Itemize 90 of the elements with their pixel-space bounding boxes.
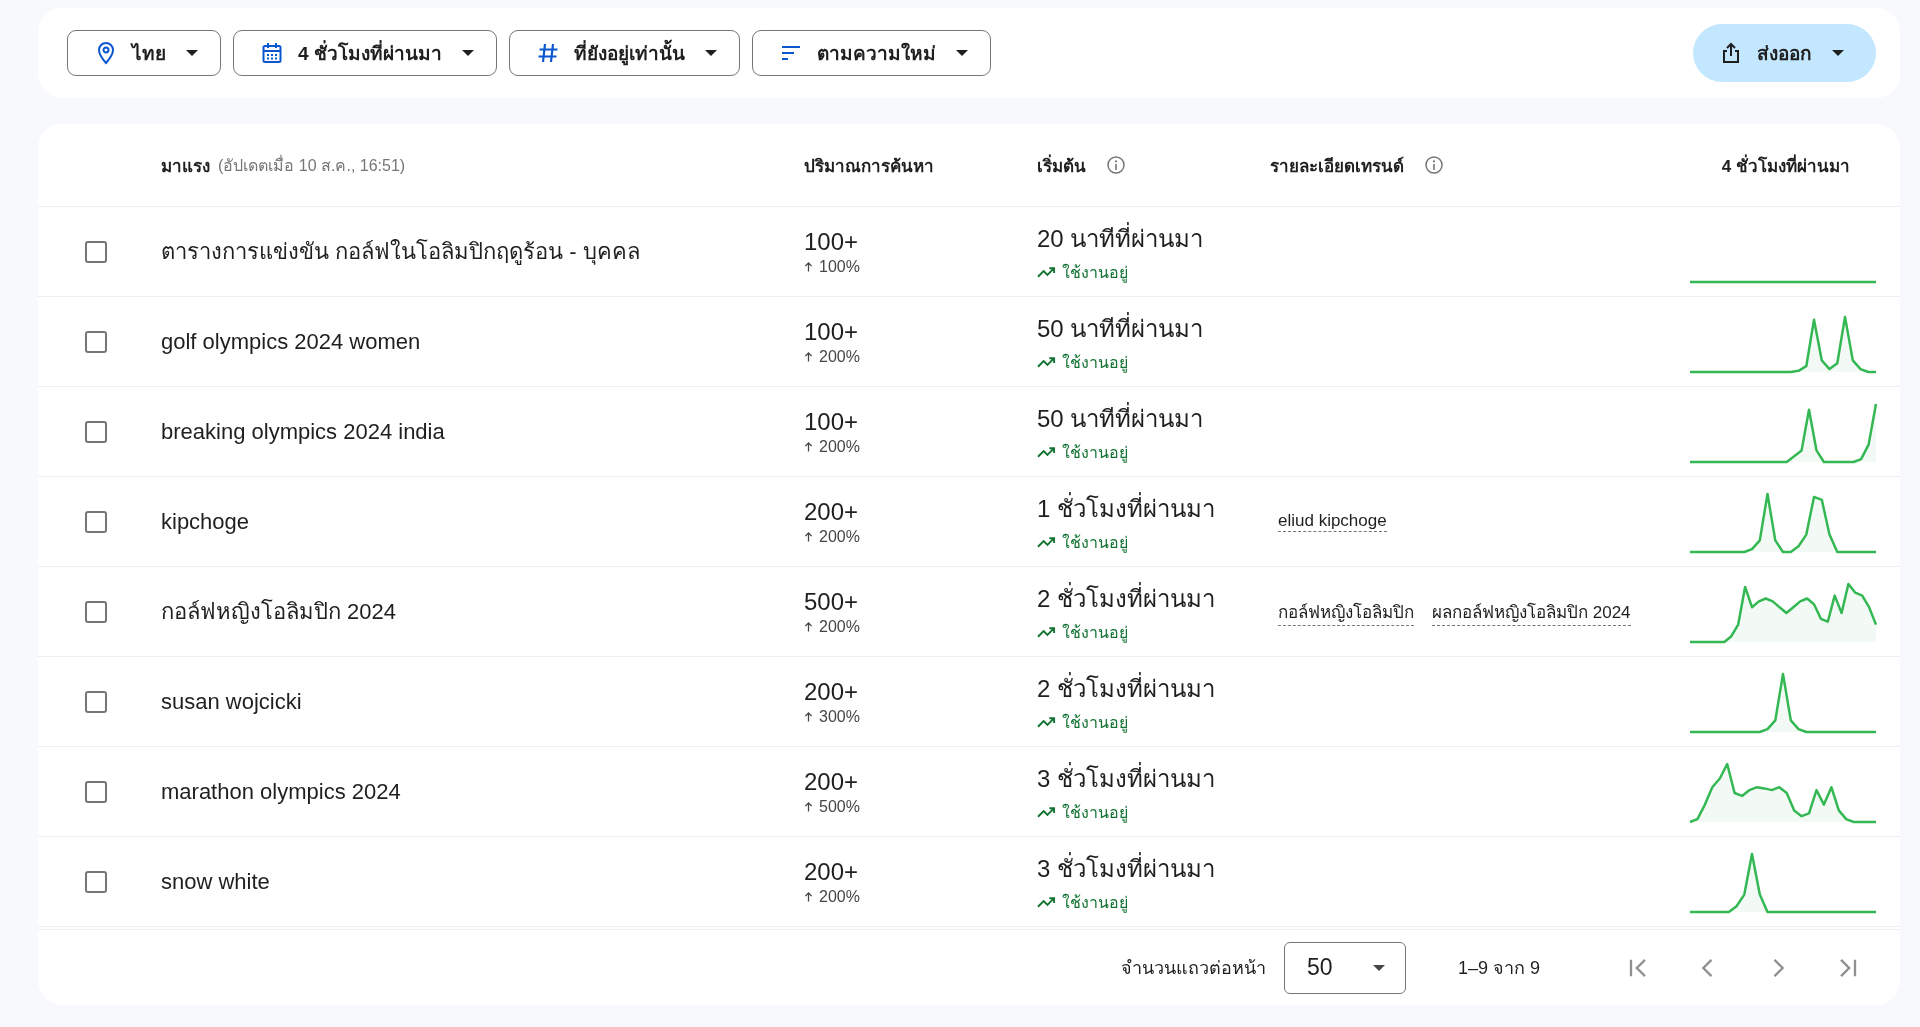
started-time: 3 ชั่วโมงที่ผ่านมา: [1037, 761, 1215, 794]
up-arrow-icon: [804, 710, 813, 723]
up-arrow-icon: [804, 530, 813, 543]
row-checkbox[interactable]: [85, 240, 107, 263]
filter-dropdown[interactable]: ไทย: [67, 30, 221, 76]
row-checkbox[interactable]: [85, 510, 107, 533]
trend-title: susan wojcicki: [161, 688, 302, 715]
search-volume: 200+: [804, 497, 859, 526]
trending-up-icon: [1037, 806, 1056, 818]
percent-change: 200%: [819, 617, 860, 636]
caret-icon: [186, 50, 198, 56]
started-time: 1 ชั่วโมงที่ผ่านมา: [1037, 491, 1215, 524]
active-status: ใช้งานอยู่: [1062, 802, 1128, 825]
active-status: ใช้งานอยู่: [1062, 352, 1128, 375]
update-note: (อัปเดตเมื่อ 10 ส.ค., 16:51): [218, 154, 406, 176]
trending-up-icon: [1037, 266, 1056, 278]
started-time: 3 ชั่วโมงที่ผ่านมา: [1037, 851, 1215, 884]
filter-dropdown[interactable]: ที่ยังอยู่เท่านั้น: [508, 30, 740, 76]
started-time: 50 นาทีที่ผ่านมา: [1037, 311, 1204, 344]
search-volume: 100+: [804, 227, 859, 256]
trending-up-icon: [1037, 716, 1056, 728]
row-checkbox[interactable]: [85, 330, 107, 353]
up-arrow-icon: [804, 890, 813, 903]
percent-change: 500%: [819, 797, 860, 816]
trend-title: กอล์ฟหญิงโอลิมปิก 2024: [161, 598, 397, 626]
trending-up-icon: [1037, 446, 1056, 458]
calendar-icon: [260, 41, 284, 65]
column-header: 4 ชั่วโมงที่ผ่านมา: [1721, 153, 1850, 178]
search-volume: 500+: [804, 587, 859, 616]
trending-up-icon: [1037, 536, 1056, 548]
related-query-link[interactable]: กอล์ฟหญิงโอลิมปิก: [1278, 597, 1414, 626]
started-time: 20 นาทีที่ผ่านมา: [1037, 221, 1204, 254]
column-header: ปริมาณการค้นหา: [804, 155, 934, 178]
started-time: 2 ชั่วโมงที่ผ่านมา: [1037, 671, 1215, 704]
related-query-link[interactable]: ผลกอล์ฟหญิงโอลิมปิก 2024: [1432, 597, 1631, 626]
up-arrow-icon: [804, 440, 813, 453]
search-volume: 100+: [804, 407, 859, 436]
trend-title: snow white: [161, 868, 270, 895]
percent-change: 200%: [819, 887, 860, 906]
trend-title: ตารางการแข่งขัน กอล์ฟในโอลิมปิกฤดูร้อน - บุคคล: [161, 238, 640, 267]
caret-icon: [704, 50, 717, 56]
search-volume: 100+: [804, 317, 859, 346]
info-icon[interactable]: [1424, 155, 1444, 175]
active-status: ใช้งานอยู่: [1062, 892, 1128, 915]
caret-icon: [955, 50, 968, 56]
up-arrow-icon: [804, 620, 813, 633]
active-status: ใช้งานอยู่: [1062, 712, 1128, 735]
info-icon[interactable]: [1106, 155, 1126, 175]
trending-up-icon: [1037, 356, 1056, 368]
related-query-link[interactable]: eliud kipchoge: [1278, 511, 1387, 532]
caret-icon: [461, 50, 474, 56]
filter-dropdown[interactable]: 4 ชั่วโมงที่ผ่านมา: [233, 30, 497, 76]
row-checkbox[interactable]: [85, 420, 107, 443]
percent-change: 200%: [819, 437, 860, 456]
column-header: มาแรง: [161, 155, 210, 178]
filter-dropdown[interactable]: ตามความใหม่: [751, 30, 991, 76]
up-arrow-icon: [804, 350, 813, 363]
caret-icon: [1372, 964, 1385, 971]
trending-up-icon: [1037, 626, 1056, 638]
started-time: 2 ชั่วโมงที่ผ่านมา: [1037, 581, 1215, 614]
trend-title: kipchoge: [161, 508, 250, 535]
caret-icon: [1832, 50, 1844, 56]
up-arrow-icon: [804, 260, 813, 273]
column-header: รายละเอียดเทรนด์: [1270, 155, 1404, 178]
active-status: ใช้งานอยู่: [1062, 532, 1128, 555]
row-checkbox[interactable]: [85, 690, 107, 713]
trend-title: golf olympics 2024 women: [161, 328, 421, 355]
search-volume: 200+: [804, 677, 859, 706]
search-volume: 200+: [804, 767, 859, 796]
percent-change: 300%: [819, 707, 860, 726]
page-range: 1–9 จาก 9: [1457, 957, 1540, 980]
search-volume: 200+: [804, 857, 859, 886]
column-header: เริ่มต้น: [1037, 153, 1086, 178]
active-status: ใช้งานอยู่: [1062, 262, 1128, 285]
percent-change: 200%: [819, 347, 860, 366]
percent-change: 200%: [819, 527, 860, 546]
row-checkbox[interactable]: [85, 780, 107, 803]
rows-per-page-select[interactable]: 50: [1283, 941, 1406, 994]
started-time: 50 นาทีที่ผ่านมา: [1037, 401, 1204, 434]
trend-title: breaking olympics 2024 india: [161, 418, 445, 445]
trend-title: marathon olympics 2024: [161, 778, 401, 805]
rows-per-page-label: จำนวนแถวต่อหน้า: [1120, 957, 1266, 980]
row-checkbox[interactable]: [85, 600, 107, 623]
row-checkbox[interactable]: [85, 870, 107, 893]
active-status: ใช้งานอยู่: [1062, 442, 1128, 465]
percent-change: 100%: [819, 257, 860, 276]
up-arrow-icon: [804, 800, 813, 813]
trending-up-icon: [1037, 896, 1056, 908]
export-button[interactable]: ส่งออก: [1693, 24, 1876, 82]
active-status: ใช้งานอยู่: [1062, 622, 1128, 645]
